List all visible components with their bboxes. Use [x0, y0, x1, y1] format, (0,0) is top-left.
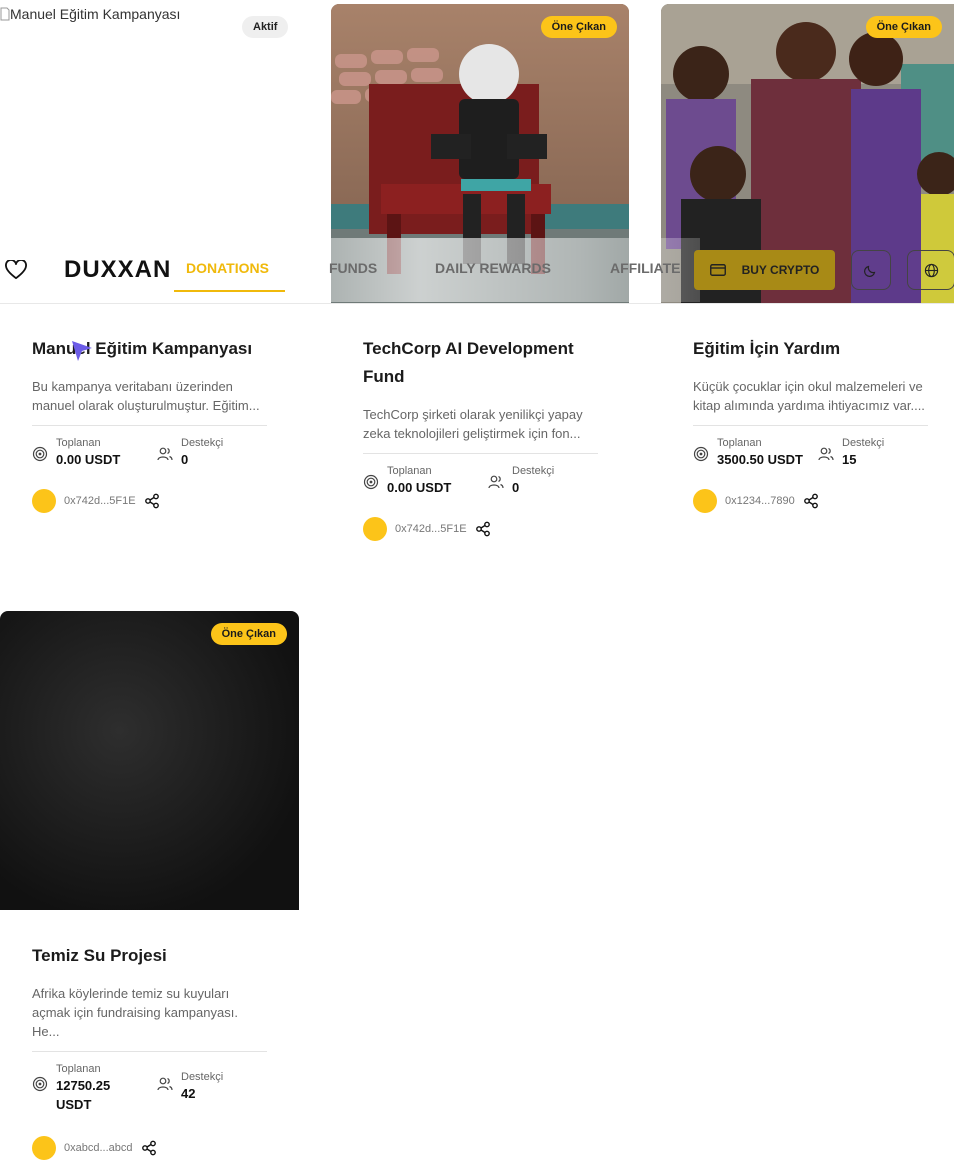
broken-image-placeholder: Manuel Eğitim Kampanyası: [0, 6, 180, 22]
campaign-image-dark[interactable]: Öne Çıkan: [0, 611, 299, 910]
mouse-cursor-icon: [72, 341, 92, 361]
divider: [32, 1051, 267, 1052]
campaign-description: Afrika köylerinde temiz su kuyuları açma…: [32, 986, 238, 1039]
target-icon: [32, 446, 48, 462]
top-navigation-bar: DUXXAN DONATIONS FUNDS DAILY REWARDS AFF…: [0, 238, 954, 304]
owner-address: 0x1234...7890: [725, 495, 795, 507]
moon-icon: [864, 265, 876, 277]
campaign-title[interactable]: Eğitim İçin Yardım: [693, 335, 928, 363]
users-icon: [818, 447, 834, 461]
raised-amount: 0.00 USDT: [56, 452, 121, 467]
campaign-title[interactable]: Temiz Su Projesi: [32, 942, 267, 970]
raised-amount: 12750.25 USDT: [56, 1078, 111, 1112]
users-icon: [157, 1077, 173, 1091]
share-icon[interactable]: [144, 493, 160, 509]
raised-label: Toplanan: [387, 465, 432, 477]
heart-icon[interactable]: [5, 260, 27, 280]
divider: [32, 425, 267, 426]
buy-crypto-label: BUY CRYPTO: [741, 263, 820, 277]
nav-donations[interactable]: DONATIONS: [186, 260, 269, 276]
backers-count: 0: [181, 452, 189, 467]
share-icon[interactable]: [803, 493, 819, 509]
status-badge: Aktif: [242, 16, 289, 38]
backers-label: Destekçi: [181, 437, 224, 449]
featured-badge: Öne Çıkan: [865, 16, 942, 38]
users-icon: [157, 447, 173, 461]
image-alt-text: Manuel Eğitim Kampanyası: [10, 6, 181, 22]
campaign-description: Bu kampanya veritabanı üzerinden manuel …: [32, 379, 260, 413]
users-icon: [488, 475, 504, 489]
owner-address: 0xabcd...abcd: [64, 1142, 133, 1154]
backers-label: Destekçi: [512, 465, 555, 477]
backers-count: 0: [512, 480, 520, 495]
campaign-title[interactable]: TechCorp AI Development Fund: [363, 335, 598, 391]
divider: [693, 425, 928, 426]
campaign-card[interactable]: Temiz Su Projesi Afrika köylerinde temiz…: [32, 942, 267, 1160]
avatar: [363, 517, 387, 541]
card-icon: [709, 264, 726, 276]
site-logo[interactable]: DUXXAN: [64, 256, 171, 284]
avatar: [32, 489, 56, 513]
language-button[interactable]: [907, 250, 954, 290]
raised-amount: 3500.50 USDT: [717, 452, 803, 467]
globe-icon: [924, 263, 938, 277]
broken-image-icon: [0, 7, 10, 21]
nav-daily-rewards[interactable]: DAILY REWARDS: [435, 260, 551, 276]
campaign-title[interactable]: Manuel Eğitim Kampanyası: [32, 335, 267, 363]
target-icon: [693, 446, 709, 462]
nav-funds[interactable]: FUNDS: [329, 260, 377, 276]
campaign-card[interactable]: Manuel Eğitim Kampanyası Bu kampanya ver…: [32, 335, 267, 513]
nav-active-underline: [174, 290, 285, 292]
share-icon[interactable]: [475, 521, 491, 537]
backers-count: 15: [842, 452, 857, 467]
campaign-card[interactable]: TechCorp AI Development Fund TechCorp şi…: [363, 335, 598, 541]
backers-label: Destekçi: [842, 437, 885, 449]
owner-address: 0x742d...5F1E: [395, 523, 467, 535]
backers-count: 42: [181, 1086, 196, 1101]
featured-badge: Öne Çıkan: [210, 623, 287, 645]
campaign-card[interactable]: Eğitim İçin Yardım Küçük çocuklar için o…: [693, 335, 928, 513]
target-icon: [363, 474, 379, 490]
raised-label: Toplanan: [56, 1063, 101, 1075]
campaign-description: TechCorp şirketi olarak yenilikçi yapay …: [363, 407, 583, 441]
backers-label: Destekçi: [181, 1071, 224, 1083]
raised-amount: 0.00 USDT: [387, 480, 452, 495]
campaign-description: Küçük çocuklar için okul malzemeleri ve …: [693, 379, 925, 413]
target-icon: [32, 1076, 48, 1092]
raised-label: Toplanan: [56, 437, 101, 449]
raised-label: Toplanan: [717, 437, 762, 449]
theme-toggle-button[interactable]: [851, 250, 891, 290]
avatar: [693, 489, 717, 513]
share-icon[interactable]: [141, 1140, 157, 1156]
divider: [363, 453, 598, 454]
featured-badge: Öne Çıkan: [540, 16, 617, 38]
buy-crypto-button[interactable]: BUY CRYPTO: [694, 250, 835, 290]
nav-affiliate[interactable]: AFFILIATE: [610, 260, 681, 276]
owner-address: 0x742d...5F1E: [64, 495, 136, 507]
avatar: [32, 1136, 56, 1160]
